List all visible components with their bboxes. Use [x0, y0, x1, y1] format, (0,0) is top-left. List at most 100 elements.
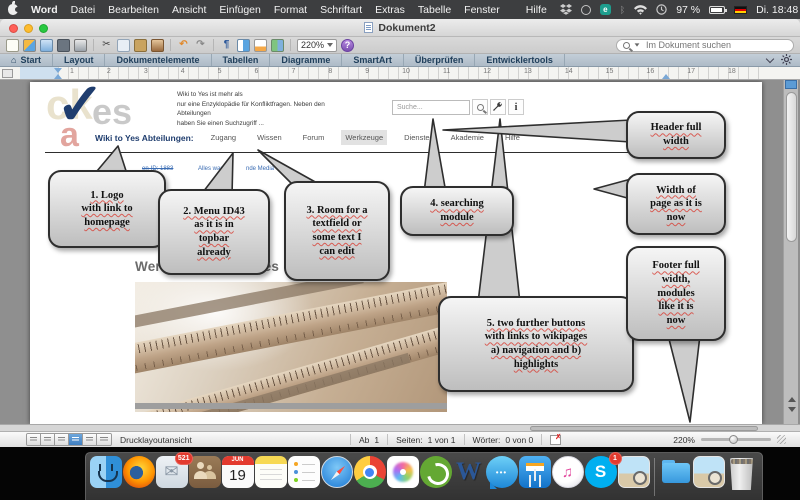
cut-button[interactable]: ✂: [100, 39, 113, 52]
dock-safari-icon[interactable]: [321, 456, 353, 488]
vertical-scrollbar[interactable]: [783, 80, 798, 424]
callout-logo[interactable]: 1. Logo with link to homepage: [48, 170, 166, 248]
menu-datei[interactable]: Datei: [71, 4, 96, 16]
time-machine-icon[interactable]: [656, 4, 667, 15]
format-painter-button[interactable]: [151, 39, 164, 52]
zoom-select[interactable]: 220%: [297, 39, 337, 52]
view-switcher[interactable]: [26, 433, 112, 446]
zoom-slider-knob[interactable]: [729, 435, 738, 444]
menu-tabelle[interactable]: Tabelle: [418, 4, 451, 16]
menu-extras[interactable]: Extras: [375, 4, 405, 16]
tab-start[interactable]: ⌂ Start: [0, 54, 53, 66]
dock-keynote-icon[interactable]: [519, 456, 551, 488]
dock-reminders-icon[interactable]: [288, 456, 320, 488]
dock-contacts-icon[interactable]: [189, 456, 221, 488]
notebook-view-button[interactable]: [254, 39, 267, 52]
split-view-gadget[interactable]: [785, 80, 797, 89]
window-titlebar[interactable]: Dokument2: [0, 19, 800, 37]
wifi-icon[interactable]: [634, 5, 647, 15]
status-circle-icon[interactable]: [581, 5, 591, 15]
dock-pictures-file-icon[interactable]: [693, 456, 725, 488]
close-window-button[interactable]: [9, 24, 18, 33]
search-input[interactable]: [644, 39, 774, 51]
gallery-button[interactable]: [23, 39, 36, 52]
horizontal-ruler[interactable]: 123456789101112131415161718: [0, 67, 800, 80]
columns-button[interactable]: [237, 39, 250, 52]
callout-page-width[interactable]: Width of page as it is now: [626, 173, 726, 235]
publishing-view-button[interactable]: [55, 434, 69, 445]
dock-notes-icon[interactable]: [255, 456, 287, 488]
tab-ueberpruefen[interactable]: Überprüfen: [404, 54, 476, 66]
compare-button[interactable]: [271, 39, 284, 52]
dock-skype-icon[interactable]: S1: [585, 456, 617, 488]
menu-fenster[interactable]: Fenster: [464, 4, 500, 16]
menu-hilfe[interactable]: Hilfe: [526, 4, 547, 16]
print-button[interactable]: [74, 39, 87, 52]
menu-bearbeiten[interactable]: Bearbeiten: [108, 4, 159, 16]
dock-word-icon[interactable]: W: [453, 456, 485, 488]
callout-menu-id43[interactable]: 2. Menu ID43 as it is in topbar already: [158, 189, 270, 275]
keyboard-layout-flag-icon[interactable]: [734, 6, 747, 14]
menu-word[interactable]: Word: [31, 4, 58, 16]
undo-button[interactable]: ↶: [177, 39, 190, 52]
collapse-ribbon-icon[interactable]: [766, 54, 774, 62]
copy-button[interactable]: [117, 39, 130, 52]
draft-view-button[interactable]: [27, 434, 41, 445]
horizontal-scrollbar[interactable]: [0, 424, 800, 431]
dock-preview-icon[interactable]: [618, 456, 650, 488]
tab-stop-selector[interactable]: [2, 69, 13, 78]
zoom-window-button[interactable]: [39, 24, 48, 33]
apple-menu-icon[interactable]: [8, 4, 18, 15]
dropbox-icon[interactable]: [560, 4, 572, 15]
tab-smartart[interactable]: SmartArt: [342, 54, 404, 66]
scroll-up-icon[interactable]: [788, 397, 796, 402]
print-layout-view-button[interactable]: [69, 434, 83, 445]
redo-button[interactable]: ↷: [194, 39, 207, 52]
help-button[interactable]: ?: [341, 39, 354, 52]
word-count[interactable]: Wörter:0 von 0: [464, 434, 542, 445]
dock-mail-icon[interactable]: ✉521: [156, 456, 188, 488]
document-page[interactable]: ck es a ✓ Wiki to Yes ist mehr als nur e…: [30, 82, 762, 424]
page-indicator[interactable]: Seiten:1 von 1: [387, 434, 463, 445]
dock-photos-icon[interactable]: [387, 456, 419, 488]
zoom-slider[interactable]: [701, 438, 771, 441]
minimize-window-button[interactable]: [24, 24, 33, 33]
window-resize-grip[interactable]: [777, 435, 786, 444]
dock-chrome-icon[interactable]: [354, 456, 386, 488]
spellcheck-status[interactable]: [541, 434, 569, 445]
callout-two-buttons[interactable]: 5. two further buttons with links to wik…: [438, 296, 634, 392]
dock-trash-icon[interactable]: [729, 458, 755, 490]
paste-button[interactable]: [134, 39, 147, 52]
show-paragraph-marks-button[interactable]: ¶: [220, 39, 233, 52]
dock-firefox-icon[interactable]: [123, 456, 155, 488]
save-button[interactable]: [57, 39, 70, 52]
callout-footer[interactable]: Footer full width, modules like it is no…: [626, 246, 726, 341]
callout-header-full-width[interactable]: Header full width: [626, 111, 726, 159]
gear-icon[interactable]: [781, 54, 792, 67]
dock-green-swirl-app-icon[interactable]: [420, 456, 452, 488]
menu-ansicht[interactable]: Ansicht: [172, 4, 206, 16]
dock-calendar-icon[interactable]: JUN19: [222, 456, 254, 488]
tab-diagramme[interactable]: Diagramme: [270, 54, 342, 66]
menu-schriftart[interactable]: Schriftart: [320, 4, 362, 16]
dock-messages-icon[interactable]: •••: [486, 456, 518, 488]
fullscreen-view-button[interactable]: [97, 434, 111, 445]
bluetooth-icon[interactable]: ᛒ: [620, 5, 625, 15]
dock-folder-icon[interactable]: [660, 456, 692, 488]
menu-einfuegen[interactable]: Einfügen: [219, 4, 260, 16]
tab-tabellen[interactable]: Tabellen: [212, 54, 271, 66]
vertical-scroll-thumb[interactable]: [786, 92, 797, 242]
callout-searching-module[interactable]: 4. searching module: [400, 186, 514, 236]
new-document-button[interactable]: [6, 39, 19, 52]
open-button[interactable]: [40, 39, 53, 52]
menubar-clock[interactable]: Di. 18:48: [756, 4, 798, 16]
notebook-view-button[interactable]: [83, 434, 97, 445]
e-app-icon[interactable]: e: [600, 4, 611, 15]
scroll-down-icon[interactable]: [788, 407, 796, 412]
menu-format[interactable]: Format: [274, 4, 307, 16]
tab-dokumentelemente[interactable]: Dokumentelemente: [105, 54, 211, 66]
outline-view-button[interactable]: [41, 434, 55, 445]
document-search-field[interactable]: [616, 39, 794, 52]
tab-entwicklertools[interactable]: Entwicklertools: [475, 54, 565, 66]
dock-finder-icon[interactable]: [90, 456, 122, 488]
